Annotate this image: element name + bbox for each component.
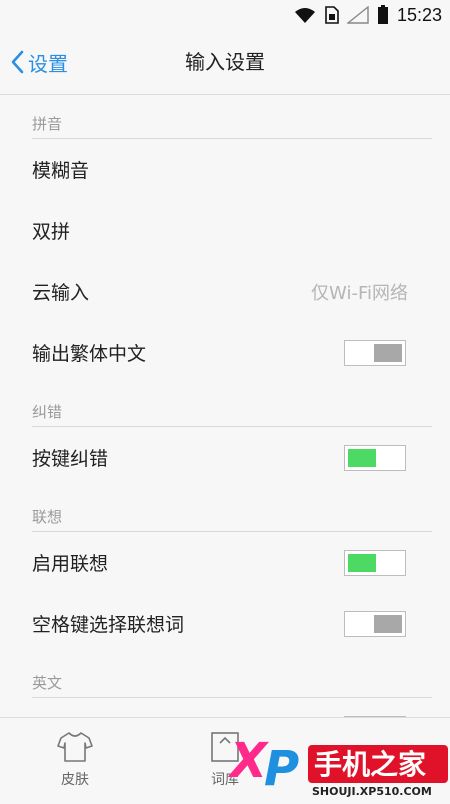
svg-text:X: X [228, 733, 269, 789]
row-double-pinyin[interactable]: 双拼 [0, 200, 450, 261]
nav-bar: 设置 输入设置 [0, 30, 450, 95]
row-label: 模糊音 [32, 160, 90, 182]
tab-skin[interactable]: 皮肤 [0, 718, 150, 801]
section-header-pinyin: 拼音 [32, 95, 432, 139]
status-time: 15:23 [396, 4, 442, 25]
section-header-english: 英文 [32, 654, 432, 698]
svg-text:P: P [264, 741, 299, 797]
tshirt-icon [57, 731, 93, 762]
battery-icon [377, 5, 388, 24]
row-key-correction: 按键纠错 [0, 427, 450, 488]
row-label: 按键纠错 [32, 448, 109, 470]
traditional-chinese-toggle[interactable] [344, 339, 406, 366]
space-select-association-toggle[interactable] [344, 610, 406, 637]
row-fuzzy-sound[interactable]: 模糊音 [0, 139, 450, 200]
row-label: 云输入 [32, 282, 90, 304]
svg-text:手机之家: 手机之家 [314, 748, 426, 781]
row-enable-association: 启用联想 [0, 532, 450, 593]
signal-icon [346, 6, 369, 24]
back-label: 设置 [28, 51, 68, 76]
row-label: 启用联想 [32, 553, 109, 575]
row-cloud-input[interactable]: 云输入 仅Wi-Fi网络 [0, 261, 450, 322]
wifi-icon [294, 8, 315, 23]
section-header-association: 联想 [32, 488, 432, 532]
cloud-input-value: 仅Wi-Fi网络 [311, 282, 408, 304]
row-label: 空格键选择联想词 [32, 614, 185, 636]
svg-text:SHOUJI.XP510.COM: SHOUJI.XP510.COM [312, 785, 432, 798]
toggle-knob [348, 448, 376, 467]
settings-list[interactable]: 拼音 模糊音 双拼 云输入 仅Wi-Fi网络 输出繁体中文 纠错 按键纠错 联想… [0, 95, 450, 717]
chevron-left-icon [11, 50, 24, 74]
row-label: 输出繁体中文 [32, 343, 147, 365]
row-traditional-chinese: 输出繁体中文 [0, 322, 450, 383]
row-label: 双拼 [32, 221, 71, 243]
row-english-partial [0, 698, 450, 717]
toggle-knob [374, 343, 402, 362]
toggle-knob [348, 553, 376, 572]
status-bar: 15:23 [0, 0, 450, 30]
sim-card-icon [325, 6, 339, 24]
tab-label: 皮肤 [61, 771, 89, 788]
row-space-select-association: 空格键选择联想词 [0, 593, 450, 654]
back-button[interactable]: 设置 [10, 30, 68, 94]
key-correction-toggle[interactable] [344, 444, 406, 471]
toggle-knob [374, 614, 402, 633]
watermark-logo: X P 手机之家 SHOUJI.XP510.COM [227, 725, 450, 800]
enable-association-toggle[interactable] [344, 549, 406, 576]
section-header-correction: 纠错 [32, 383, 432, 427]
